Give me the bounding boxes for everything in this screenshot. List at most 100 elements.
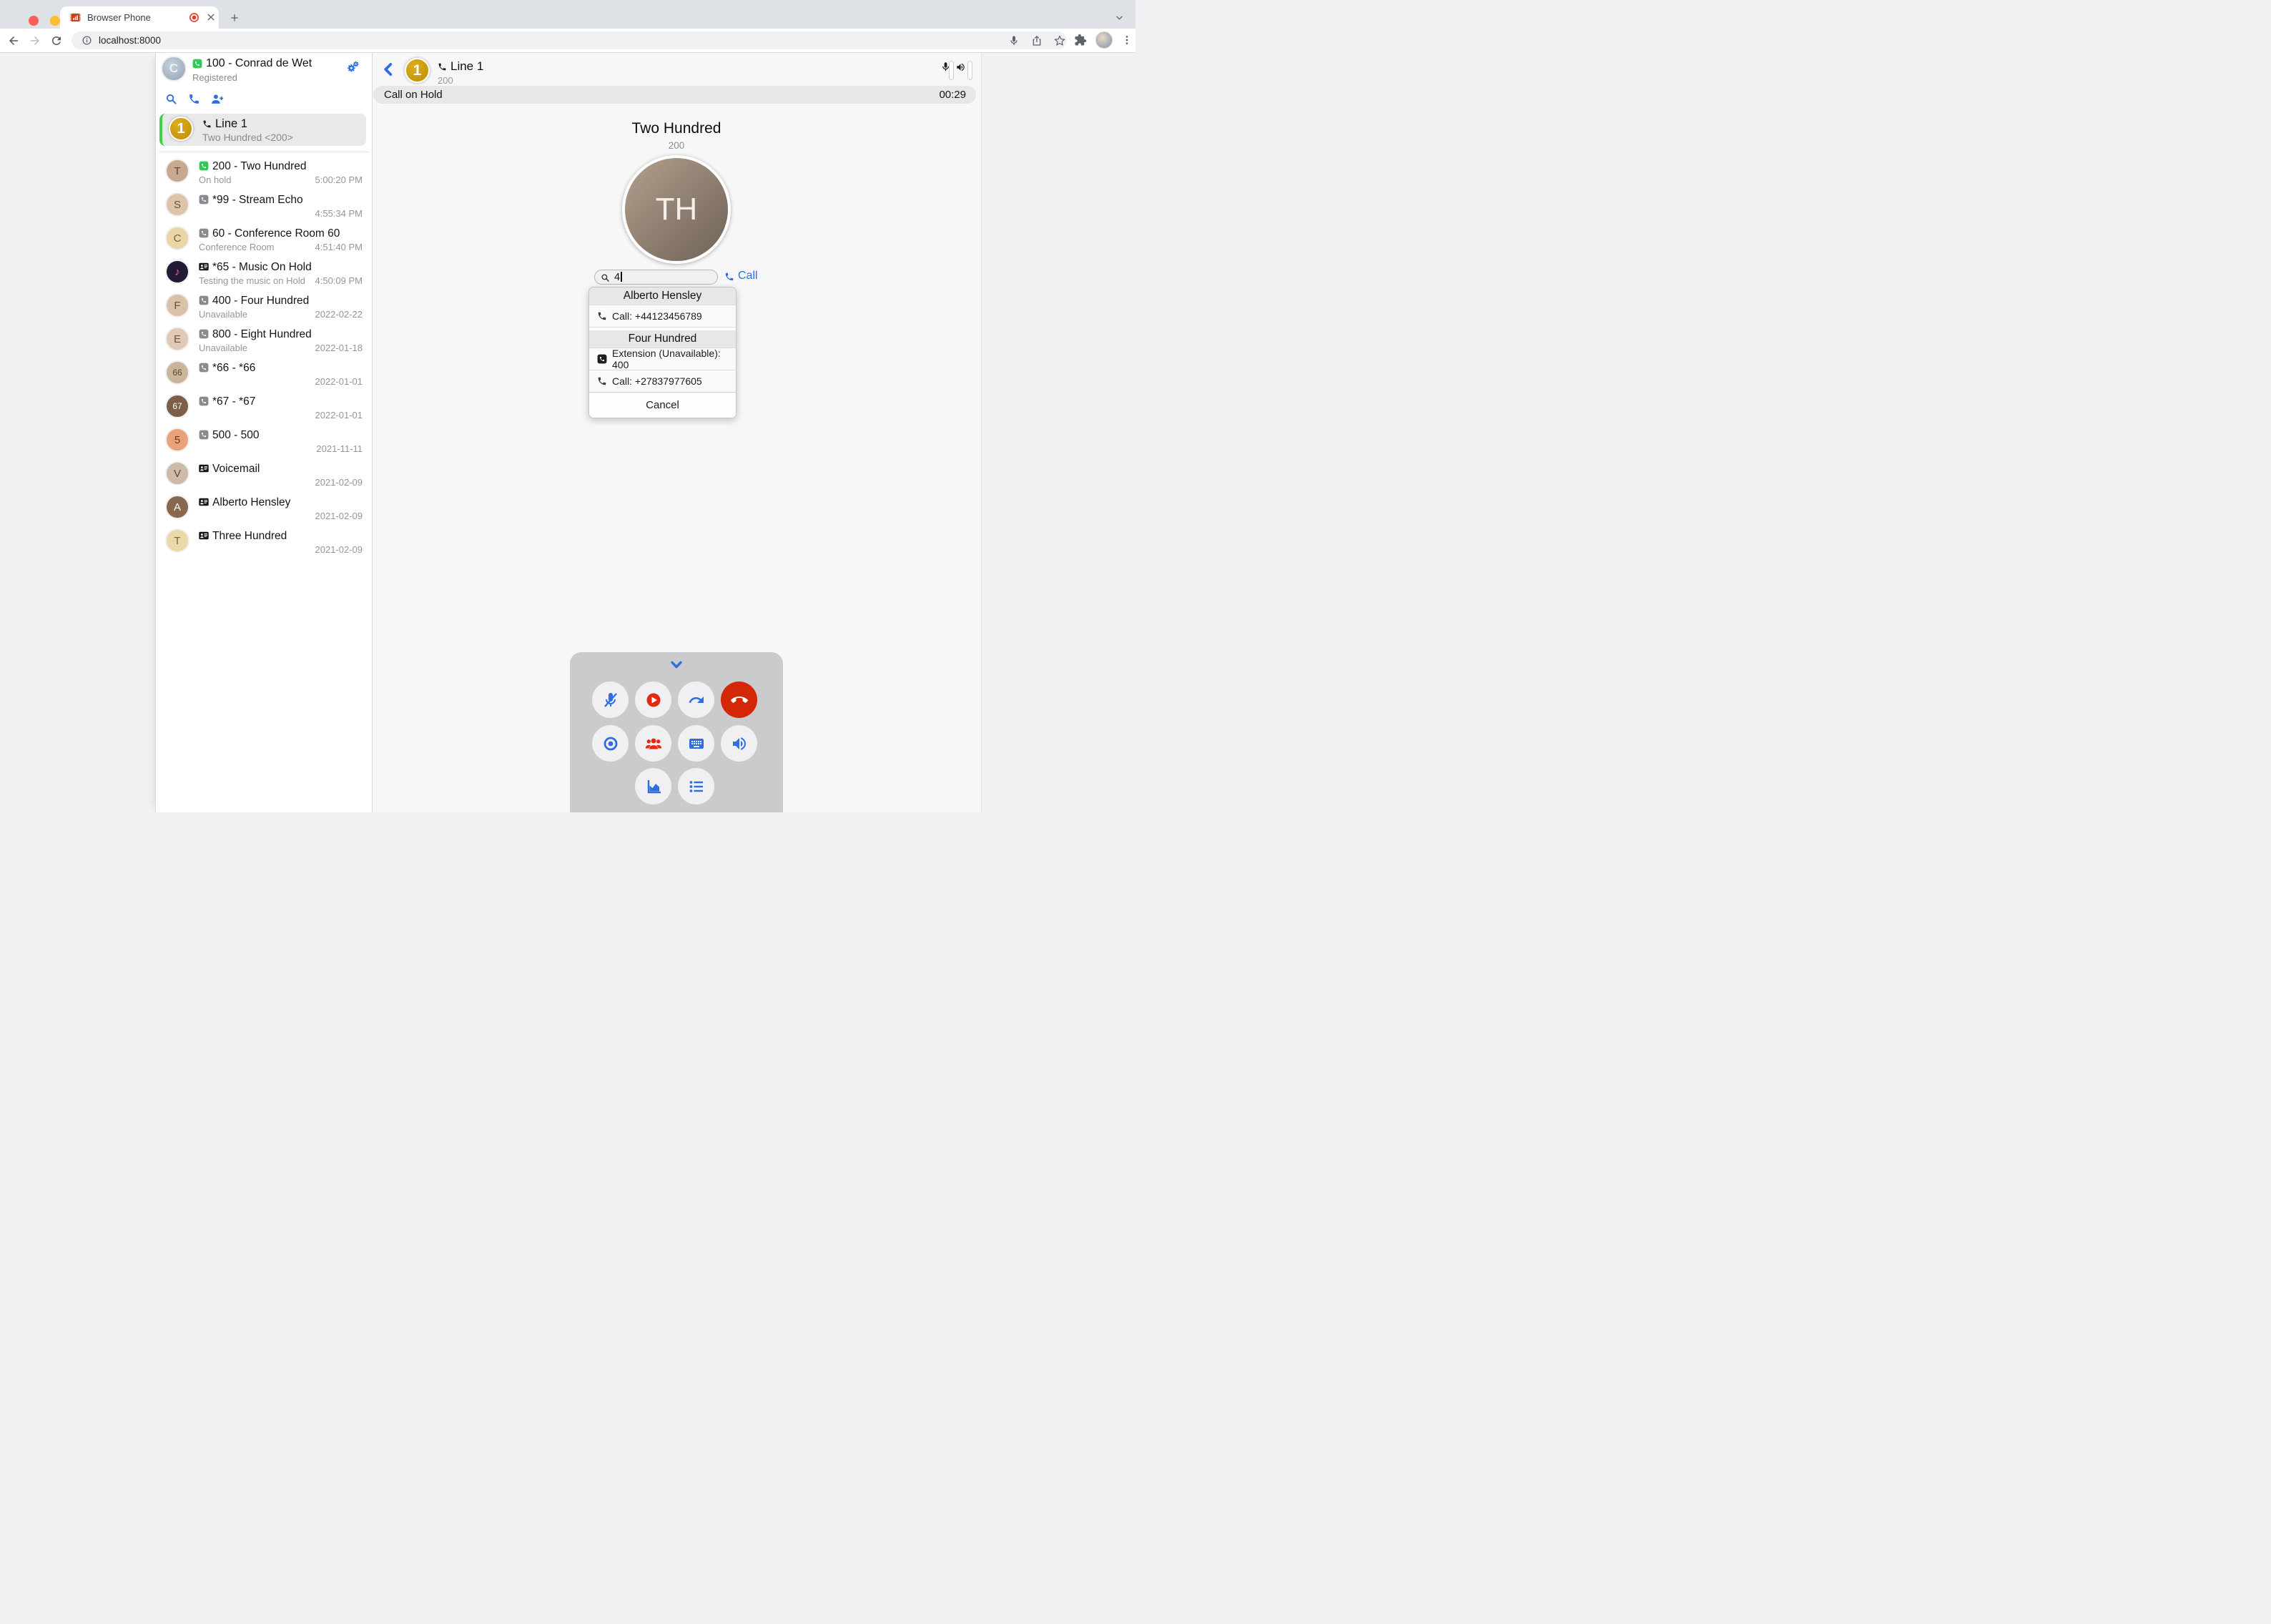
contact-avatar: 5 (165, 428, 189, 452)
contact-type-badge-icon (199, 262, 209, 272)
tab-search-chevron-icon[interactable] (1114, 14, 1125, 22)
conference-button[interactable] (635, 725, 671, 762)
contact-item[interactable]: T 200 - Two Hundred On hold 5:00:20 PM (156, 155, 372, 189)
contact-type-badge-icon (199, 463, 209, 473)
back-button[interactable] (7, 34, 20, 47)
collapse-controls-chevron-icon[interactable] (669, 659, 684, 671)
dial-icon[interactable] (188, 93, 200, 105)
forward-button[interactable] (29, 34, 41, 47)
contact-item[interactable]: V Voicemail 2021-02-09 (156, 458, 372, 491)
dropdown-cancel-button[interactable]: Cancel (589, 392, 736, 418)
contact-item[interactable]: C 60 - Conference Room 60 Conference Roo… (156, 222, 372, 256)
browser-tab[interactable]: Browser Phone (60, 6, 219, 29)
callee-name: Two Hundred (632, 120, 721, 137)
contact-title: 200 - Two Hundred (212, 160, 307, 173)
mute-button[interactable] (592, 681, 629, 718)
voice-search-icon[interactable] (1008, 35, 1020, 46)
contact-item[interactable]: T Three Hundred 2021-02-09 (156, 525, 372, 558)
callee-avatar: TH (622, 155, 731, 264)
recording-indicator-icon (189, 12, 199, 23)
contact-title: 800 - Eight Hundred (212, 328, 312, 341)
line-number-badge: 1 (169, 117, 193, 141)
contact-item[interactable]: ♪ *65 - Music On Hold Testing the music … (156, 256, 372, 290)
contact-item[interactable]: E 800 - Eight Hundred Unavailable 2022-0… (156, 323, 372, 357)
contact-title: *65 - Music On Hold (212, 261, 312, 274)
contact-avatar: 66 (165, 360, 189, 385)
contact-title: Three Hundred (212, 530, 287, 543)
contact-timestamp: 2022-01-01 (315, 410, 363, 420)
record-target-icon (602, 735, 619, 752)
dropdown-contact-header: Four Hundred (589, 330, 736, 348)
tab-close-icon[interactable] (206, 12, 216, 22)
bookmark-star-icon[interactable] (1054, 35, 1065, 46)
phone-icon (597, 311, 607, 321)
contact-type-badge-icon (199, 396, 209, 406)
extensions-icon[interactable] (1074, 34, 1087, 46)
transfer-button[interactable] (678, 681, 714, 718)
contact-item[interactable]: S *99 - Stream Echo 4:55:34 PM (156, 189, 372, 222)
contact-timestamp: 2022-02-22 (315, 309, 363, 320)
monitor-button[interactable] (592, 725, 629, 762)
profile-avatar: C (161, 56, 187, 82)
new-tab-button[interactable] (229, 12, 240, 24)
reload-button[interactable] (50, 34, 63, 47)
address-bar[interactable]: localhost:8000 (72, 31, 1067, 49)
settings-gear-icon[interactable] (347, 61, 359, 73)
contact-subtitle: Testing the music on Hold (199, 275, 305, 286)
contact-type-badge-icon (199, 430, 209, 440)
site-info-icon[interactable] (82, 35, 92, 46)
callee-number: 200 (669, 140, 685, 151)
activity-button[interactable] (678, 768, 714, 804)
sidebar-line-1-item[interactable]: 1 Line 1 Two Hundred <200> (159, 114, 366, 146)
contact-item[interactable]: 5 500 - 500 2021-11-11 (156, 424, 372, 458)
contact-item[interactable]: 66 *66 - *66 2022-01-01 (156, 357, 372, 390)
browser-profile-avatar[interactable] (1095, 31, 1113, 49)
search-icon (601, 273, 610, 282)
contacts-sidebar: C 100 - Conrad de Wet Registered 1 Line … (155, 53, 373, 812)
keypad-button[interactable] (678, 725, 714, 762)
dropdown-contact-header: Alberto Hensley (589, 287, 736, 305)
speaker-button[interactable] (721, 725, 757, 762)
transfer-search-input[interactable]: 4 (594, 270, 718, 285)
dropdown-call-option[interactable]: Call: +44123456789 (589, 305, 736, 327)
window-minimize-button[interactable] (50, 16, 60, 26)
line-title: Line 1 (215, 117, 247, 131)
contact-avatar: A (165, 495, 189, 519)
browser-menu-icon[interactable] (1121, 34, 1133, 46)
contact-subtitle: Unavailable (199, 309, 247, 320)
back-chevron-icon[interactable] (381, 61, 395, 77)
contact-type-badge-icon (199, 161, 209, 171)
call-session-panel: 1 Line 1 200 Call on Hold 00:29 Two Hund… (373, 53, 982, 812)
call-controls-panel (570, 652, 783, 812)
add-contact-icon[interactable] (210, 93, 225, 105)
contact-avatar: 67 (165, 394, 189, 418)
contact-timestamp: 2021-02-09 (315, 511, 363, 521)
dropdown-option-label: Call: +44123456789 (612, 310, 702, 322)
contact-title: 500 - 500 (212, 429, 260, 442)
contact-item[interactable]: F 400 - Four Hundred Unavailable 2022-02… (156, 290, 372, 323)
contact-title: Alberto Hensley (212, 496, 290, 509)
call-stats-button[interactable] (635, 768, 671, 804)
dropdown-call-option[interactable]: Call: +27837977605 (589, 370, 736, 392)
contact-avatar: T (165, 159, 189, 183)
speaker-level-icon (955, 62, 966, 72)
window-close-button[interactable] (29, 16, 39, 26)
contact-item[interactable]: 67 *67 - *67 2022-01-01 (156, 390, 372, 424)
contact-timestamp: 2021-02-09 (315, 544, 363, 555)
tab-favicon-icon (69, 11, 82, 24)
search-icon[interactable] (165, 93, 177, 105)
contact-subtitle: Unavailable (199, 343, 247, 353)
share-icon[interactable] (1031, 35, 1043, 46)
contact-timestamp: 2022-01-18 (315, 343, 363, 353)
end-call-button[interactable] (721, 681, 757, 718)
contact-item[interactable]: A Alberto Hensley 2021-02-09 (156, 491, 372, 525)
record-button[interactable] (635, 681, 671, 718)
page-background: C 100 - Conrad de Wet Registered 1 Line … (0, 53, 1136, 812)
contact-timestamp: 4:51:40 PM (315, 242, 363, 252)
dropdown-call-option[interactable]: Extension (Unavailable): 400 (589, 348, 736, 370)
contact-avatar: T (165, 528, 189, 553)
speaker-level-meter (967, 61, 972, 80)
contact-type-badge-icon (199, 195, 209, 205)
contact-title: *99 - Stream Echo (212, 194, 303, 207)
phone-icon (438, 62, 447, 72)
